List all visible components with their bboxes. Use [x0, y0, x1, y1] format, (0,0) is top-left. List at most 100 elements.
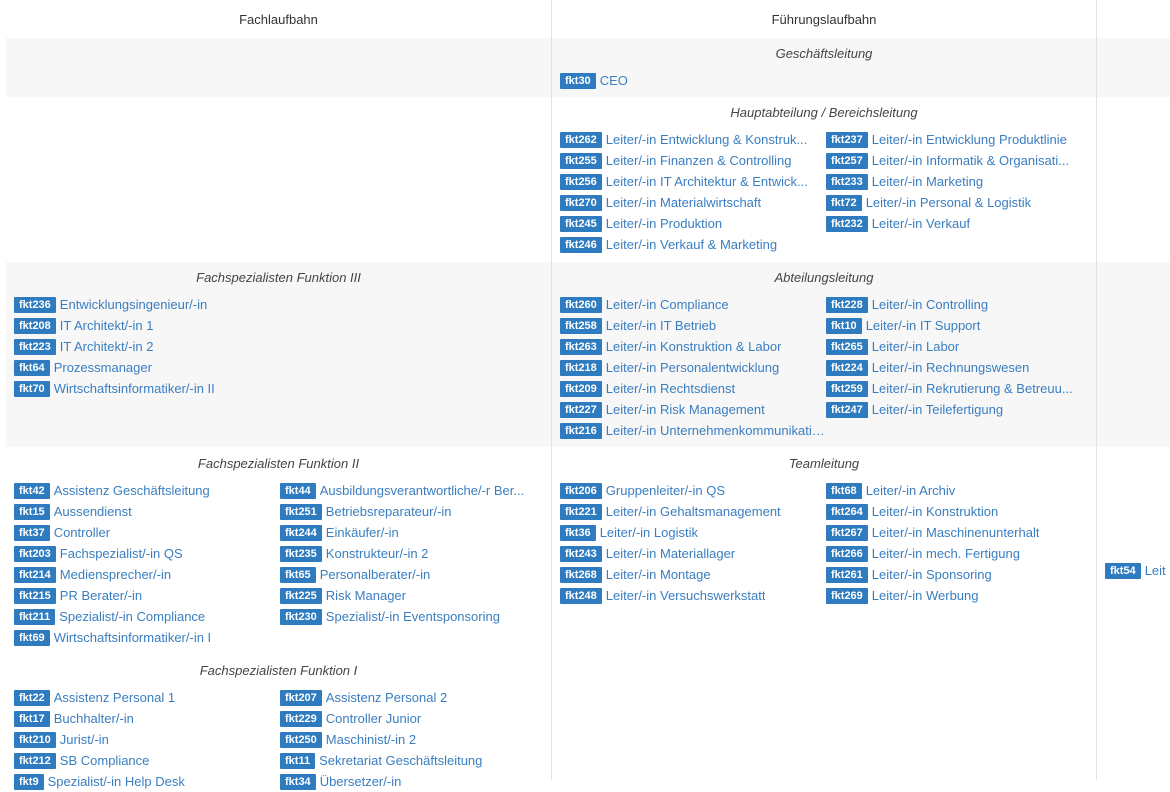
- function-item-fkt227[interactable]: fkt227 Leiter/-in Risk Management: [560, 399, 826, 420]
- function-link[interactable]: IT Architekt/-in 2: [60, 339, 154, 354]
- function-link[interactable]: Leiter/-in Controlling: [872, 297, 988, 312]
- function-link[interactable]: Leiter/-in Logistik: [600, 525, 698, 540]
- function-link[interactable]: Spezialist/-in Help Desk: [48, 774, 185, 789]
- function-link[interactable]: CEO: [600, 73, 628, 88]
- function-link[interactable]: Leiter/-in Finanzen & Controlling: [606, 153, 792, 168]
- function-link[interactable]: Spezialist/-in Eventsponsoring: [326, 609, 500, 624]
- function-item-fkt44[interactable]: fkt44 Ausbildungsverantwortliche/-r Ber..…: [280, 480, 546, 501]
- function-item-fkt34[interactable]: fkt34 Übersetzer/-in: [280, 771, 546, 792]
- function-item-fkt228[interactable]: fkt228 Leiter/-in Controlling: [826, 294, 1092, 315]
- function-link[interactable]: Assistenz Personal 1: [54, 690, 175, 705]
- function-item-fkt250[interactable]: fkt250 Maschinist/-in 2: [280, 729, 546, 750]
- function-link[interactable]: Leiter/-in Sponsoring: [872, 567, 992, 582]
- function-link[interactable]: Jurist/-in: [60, 732, 109, 747]
- function-link[interactable]: Assistenz Geschäftsleitung: [54, 483, 210, 498]
- function-link[interactable]: Buchhalter/-in: [54, 711, 134, 726]
- function-link[interactable]: Betriebsreparateur/-in: [326, 504, 452, 519]
- function-link[interactable]: Fachspezialist/-in QS: [60, 546, 183, 561]
- function-item-fkt212[interactable]: fkt212 SB Compliance: [14, 750, 280, 771]
- function-link[interactable]: Leiter/-in Materialwirtschaft: [606, 195, 761, 210]
- function-link[interactable]: Leiter/-in Materiallager: [606, 546, 735, 561]
- function-link[interactable]: Leiter/-in Rekrutierung & Betreuu...: [872, 381, 1073, 396]
- function-item-fkt30[interactable]: fkt30 CEO: [560, 70, 1096, 91]
- function-link[interactable]: Leiter/-in Labor: [872, 339, 959, 354]
- function-item-fkt11[interactable]: fkt11 Sekretariat Geschäftsleitung: [280, 750, 546, 771]
- function-link[interactable]: Spezialist/-in Compliance: [59, 609, 205, 624]
- function-link[interactable]: Leiter/-in Maschinenunterhalt: [872, 525, 1040, 540]
- function-link[interactable]: Leiter/-in Rechtsdienst: [606, 381, 735, 396]
- function-link[interactable]: SB Compliance: [60, 753, 150, 768]
- function-link[interactable]: Leiter/-in Unternehmenkommunikation: [606, 423, 826, 438]
- function-link[interactable]: Personalberater/-in: [320, 567, 431, 582]
- function-link[interactable]: Leiter/-in Versuchswerkstatt: [606, 588, 766, 603]
- function-item-fkt260[interactable]: fkt260 Leiter/-in Compliance: [560, 294, 826, 315]
- function-item-fkt65[interactable]: fkt65 Personalberater/-in: [280, 564, 546, 585]
- function-item-fkt262[interactable]: fkt262 Leiter/-in Entwicklung & Konstruk.…: [560, 129, 826, 150]
- function-item-fkt256[interactable]: fkt256 Leiter/-in IT Architektur & Entwic…: [560, 171, 826, 192]
- function-link[interactable]: Leiter/-in Entwicklung & Konstruk...: [606, 132, 808, 147]
- function-link[interactable]: Assistenz Personal 2: [326, 690, 447, 705]
- function-link[interactable]: Leiter/-in Compliance: [606, 297, 729, 312]
- function-item-fkt244[interactable]: fkt244 Einkäufer/-in: [280, 522, 546, 543]
- function-link[interactable]: Leiter/-in Risk Management: [606, 402, 765, 417]
- function-item-fkt236[interactable]: fkt236 Entwicklungsingenieur/-in: [14, 294, 551, 315]
- function-link[interactable]: Leiter/-in IT Betrieb: [606, 318, 716, 333]
- function-link[interactable]: Leiter/-in Montage: [606, 567, 711, 582]
- function-link[interactable]: Leiter/-in Entwicklung Produktlinie: [872, 132, 1067, 147]
- function-link[interactable]: Leiter/-in Gehaltsmanagement: [606, 504, 781, 519]
- function-link[interactable]: Prozessmanager: [54, 360, 152, 375]
- function-item-fkt235[interactable]: fkt235 Konstrukteur/-in 2: [280, 543, 546, 564]
- function-item-fkt221[interactable]: fkt221 Leiter/-in Gehaltsmanagement: [560, 501, 826, 522]
- function-item-fkt216[interactable]: fkt216 Leiter/-in Unternehmenkommunikatio…: [560, 420, 826, 441]
- function-item-fkt214[interactable]: fkt214 Mediensprecher/-in: [14, 564, 280, 585]
- function-item-fkt9[interactable]: fkt9 Spezialist/-in Help Desk: [14, 771, 280, 792]
- function-link[interactable]: Gruppenleiter/-in QS: [606, 483, 725, 498]
- function-item-fkt258[interactable]: fkt258 Leiter/-in IT Betrieb: [560, 315, 826, 336]
- function-item-fkt37[interactable]: fkt37 Controller: [14, 522, 280, 543]
- function-item-fkt22[interactable]: fkt22 Assistenz Personal 1: [14, 687, 280, 708]
- function-item-fkt248[interactable]: fkt248 Leiter/-in Versuchswerkstatt: [560, 585, 826, 606]
- function-link[interactable]: Controller Junior: [326, 711, 421, 726]
- function-item-fkt246[interactable]: fkt246 Leiter/-in Verkauf & Marketing: [560, 234, 826, 255]
- function-item-fkt208[interactable]: fkt208 IT Architekt/-in 1: [14, 315, 551, 336]
- function-item-fkt230[interactable]: fkt230 Spezialist/-in Eventsponsoring: [280, 606, 546, 627]
- function-link[interactable]: Leiter/-in IT Support: [866, 318, 981, 333]
- function-link[interactable]: Einkäufer/-in: [326, 525, 399, 540]
- function-item-fkt70[interactable]: fkt70 Wirtschaftsinformatiker/-in II: [14, 378, 551, 399]
- function-item-fkt64[interactable]: fkt64 Prozessmanager: [14, 357, 551, 378]
- function-link[interactable]: Risk Manager: [326, 588, 406, 603]
- function-item-fkt206[interactable]: fkt206 Gruppenleiter/-in QS: [560, 480, 826, 501]
- function-link[interactable]: Maschinist/-in 2: [326, 732, 416, 747]
- function-link[interactable]: IT Architekt/-in 1: [60, 318, 154, 333]
- function-link[interactable]: Mediensprecher/-in: [60, 567, 171, 582]
- function-item-fkt268[interactable]: fkt268 Leiter/-in Montage: [560, 564, 826, 585]
- function-item-fkt265[interactable]: fkt265 Leiter/-in Labor: [826, 336, 1092, 357]
- function-link[interactable]: Entwicklungsingenieur/-in: [60, 297, 207, 312]
- function-item-fkt225[interactable]: fkt225 Risk Manager: [280, 585, 546, 606]
- function-link[interactable]: Konstrukteur/-in 2: [326, 546, 429, 561]
- function-link[interactable]: Wirtschaftsinformatiker/-in I: [54, 630, 211, 645]
- function-item-fkt54[interactable]: fkt54 Leit: [1105, 560, 1170, 581]
- function-item-fkt237[interactable]: fkt237 Leiter/-in Entwicklung Produktlini…: [826, 129, 1092, 150]
- function-link[interactable]: Leiter/-in Produktion: [606, 216, 722, 231]
- function-link[interactable]: Leiter/-in Teilefertigung: [872, 402, 1003, 417]
- function-item-fkt255[interactable]: fkt255 Leiter/-in Finanzen & Controlling: [560, 150, 826, 171]
- function-link[interactable]: Leiter/-in Werbung: [872, 588, 979, 603]
- function-item-fkt267[interactable]: fkt267 Leiter/-in Maschinenunterhalt: [826, 522, 1092, 543]
- function-item-fkt207[interactable]: fkt207 Assistenz Personal 2: [280, 687, 546, 708]
- function-link[interactable]: Leiter/-in Archiv: [866, 483, 956, 498]
- function-item-fkt15[interactable]: fkt15 Aussendienst: [14, 501, 280, 522]
- function-link[interactable]: Leiter/-in Verkauf & Marketing: [606, 237, 777, 252]
- function-link[interactable]: Leiter/-in Konstruktion: [872, 504, 998, 519]
- function-link[interactable]: Übersetzer/-in: [320, 774, 402, 789]
- function-item-fkt209[interactable]: fkt209 Leiter/-in Rechtsdienst: [560, 378, 826, 399]
- function-link[interactable]: Controller: [54, 525, 110, 540]
- function-item-fkt261[interactable]: fkt261 Leiter/-in Sponsoring: [826, 564, 1092, 585]
- function-item-fkt257[interactable]: fkt257 Leiter/-in Informatik & Organisati…: [826, 150, 1092, 171]
- function-link[interactable]: Leiter/-in Informatik & Organisati...: [872, 153, 1069, 168]
- function-link[interactable]: Leiter/-in Marketing: [872, 174, 983, 189]
- function-link[interactable]: Leit: [1145, 563, 1166, 578]
- function-item-fkt42[interactable]: fkt42 Assistenz Geschäftsleitung: [14, 480, 280, 501]
- function-item-fkt259[interactable]: fkt259 Leiter/-in Rekrutierung & Betreuu.…: [826, 378, 1092, 399]
- function-link[interactable]: Wirtschaftsinformatiker/-in II: [54, 381, 215, 396]
